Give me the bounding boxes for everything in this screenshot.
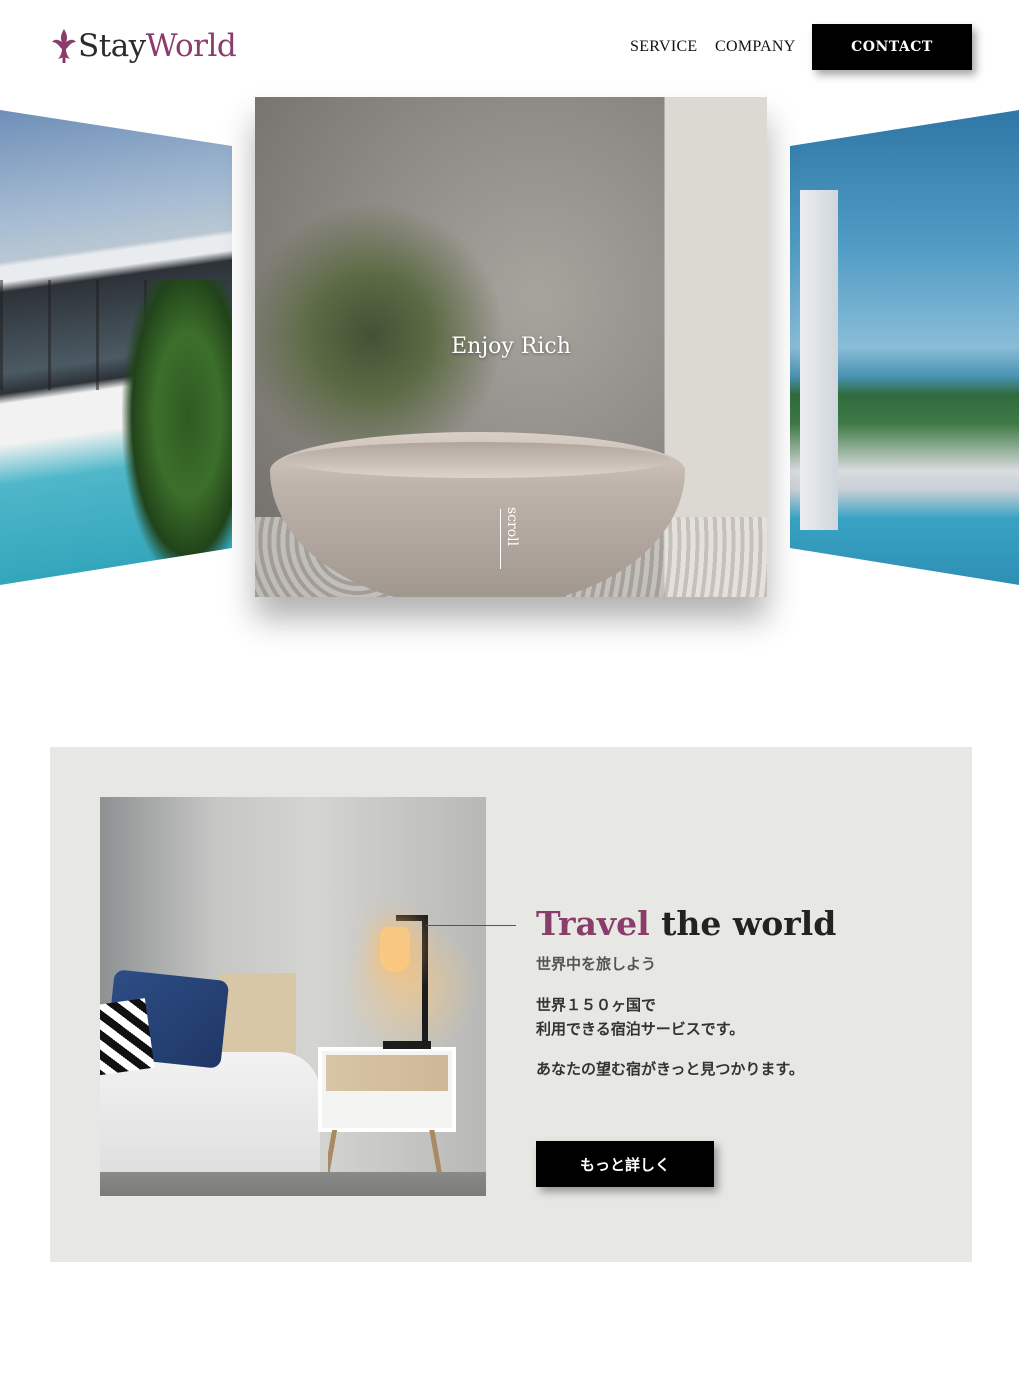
hero-slide-pool-villa[interactable] xyxy=(0,110,232,585)
more-details-button[interactable]: もっと詳しく xyxy=(536,1141,714,1187)
nav-service-link[interactable]: SERVICE xyxy=(630,38,698,56)
travel-subtitle: 世界中を旅しよう xyxy=(536,955,657,973)
lamp-arm xyxy=(396,915,426,921)
carpet xyxy=(100,1172,486,1196)
logo-text-stay: Stay xyxy=(78,28,146,64)
lamp-pole xyxy=(422,915,428,1045)
logo[interactable]: StayWorld xyxy=(50,27,237,65)
connector-line xyxy=(426,925,516,926)
contact-button[interactable]: CONTACT xyxy=(812,24,972,70)
lamp-base xyxy=(383,1041,431,1049)
scroll-label: scroll xyxy=(504,507,520,547)
nav-company-link[interactable]: COMPANY xyxy=(715,38,796,56)
palm-plant xyxy=(255,192,515,452)
travel-title-accent: Travel xyxy=(536,904,650,943)
logo-text: StayWorld xyxy=(78,27,237,65)
hero-title: Enjoy Rich xyxy=(451,334,571,359)
travel-title: Travel the world xyxy=(536,904,836,943)
travel-description-1: 世界１５０ヶ国で 利用できる宿泊サービスです。 xyxy=(536,996,745,1038)
logo-text-world: World xyxy=(145,28,237,64)
nightstand-drawer xyxy=(326,1055,448,1091)
lamp-bulb xyxy=(380,927,410,972)
fleur-de-lis-icon xyxy=(52,29,76,63)
site-header: StayWorld SERVICE COMPANY CONTACT xyxy=(0,0,1019,90)
travel-section: Travel the world 世界中を旅しよう 世界１５０ヶ国で 利用できる… xyxy=(50,747,972,1262)
hero-slide-infinity-pool[interactable] xyxy=(790,110,1019,585)
scroll-arrow-icon xyxy=(500,509,501,569)
pool-pillar xyxy=(800,190,838,530)
travel-title-rest: the world xyxy=(649,904,837,943)
hero-slide-bathtub[interactable]: Enjoy Rich scroll xyxy=(255,97,767,597)
travel-description-2: あなたの望む宿がきっと見つかります。 xyxy=(536,1060,804,1078)
bathtub-rim xyxy=(285,442,670,478)
bedroom-image xyxy=(100,797,486,1196)
villa-plants xyxy=(122,280,232,580)
scroll-indicator[interactable]: scroll xyxy=(498,507,528,573)
patterned-pillow xyxy=(100,998,155,1076)
